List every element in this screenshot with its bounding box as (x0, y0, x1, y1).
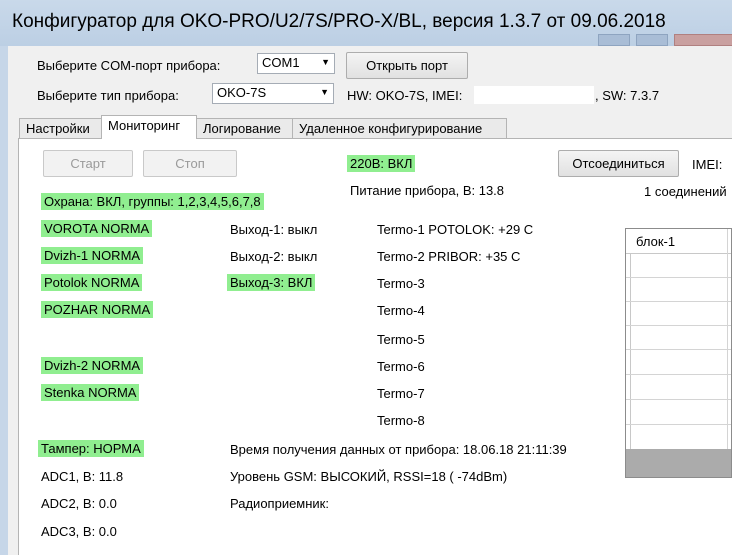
guard-status: Охрана: ВКЛ, группы: 1,2,3,4,5,6,7,8 (41, 193, 264, 210)
zone-status: Stenka NORMA (41, 384, 140, 401)
start-button[interactable]: Старт (43, 150, 133, 177)
termo-sensor: Termo-7 (377, 386, 425, 401)
adc-value: ADC1, В: 11.8 (41, 469, 124, 484)
window-title: Конфигуратор для OKO-PRO/U2/7S/PRO-X/BL,… (12, 11, 666, 32)
open-port-button[interactable]: Открыть порт (346, 52, 468, 79)
termo-sensor: Termo-4 (377, 303, 425, 318)
grid-row-header (626, 253, 631, 449)
tab-remote-config[interactable]: Удаленное конфигурирование (292, 118, 507, 138)
zone-status: VOROTA NORMA (41, 220, 153, 237)
tamper-status: Тампер: НОРМА (38, 440, 144, 457)
title-bar[interactable]: Конфигуратор для OKO-PRO/U2/7S/PRO-X/BL,… (0, 0, 732, 46)
grid-row (626, 349, 731, 350)
termo-sensor: Termo-6 (377, 359, 425, 374)
power-220-status: 220В: ВКЛ (347, 155, 416, 172)
zone-status: Dvizh-2 NORMA (41, 357, 144, 374)
sw-info: , SW: 7.3.7 (595, 88, 660, 103)
stop-button[interactable]: Стоп (143, 150, 237, 177)
tab-settings-label: Настройки (26, 121, 90, 136)
tab-logging[interactable]: Логирование (196, 118, 293, 138)
grid-column-divider (727, 229, 728, 449)
output-status: Выход-1: выкл (230, 222, 318, 237)
grid-header-label: блок-1 (636, 234, 676, 249)
termo-sensor: Termo-8 (377, 413, 425, 428)
tab-monitoring-label: Мониторинг (108, 118, 181, 133)
tab-logging-label: Логирование (203, 121, 281, 136)
grid-row (626, 301, 731, 302)
adc-value: ADC2, В: 0.0 (41, 496, 117, 511)
grid-empty-area (626, 449, 731, 477)
hw-info: HW: OKO-7S, IMEI: (347, 88, 463, 103)
tab-settings[interactable]: Настройки (19, 118, 102, 138)
output-status: Выход-2: выкл (230, 249, 318, 264)
zone-status: Dvizh-1 NORMA (41, 247, 144, 264)
tab-remote-config-label: Удаленное конфигурирование (299, 121, 483, 136)
termo-sensor: Termo-2 PRIBOR: +35 C (377, 249, 521, 264)
maximize-button[interactable] (636, 34, 668, 46)
output-status: Выход-3: ВКЛ (227, 274, 316, 291)
supply-voltage: Питание прибора, В: 13.8 (350, 183, 505, 198)
chevron-down-icon: ▼ (320, 87, 329, 97)
zone-status: POZHAR NORMA (41, 301, 154, 318)
connections-count: 1 соединений (644, 184, 727, 199)
adc-value: ADC3, В: 0.0 (41, 524, 117, 539)
grid-row (626, 325, 731, 326)
termo-sensor: Termo-3 (377, 276, 425, 291)
disconnect-button[interactable]: Отсоединиться (558, 150, 679, 177)
close-button[interactable] (674, 34, 732, 46)
grid-row (626, 277, 731, 278)
block-grid[interactable]: блок-1 (625, 228, 732, 478)
termo-sensor: Termo-5 (377, 332, 425, 347)
imei-value-box (474, 86, 594, 104)
grid-row (626, 424, 731, 425)
grid-row (626, 399, 731, 400)
grid-row (626, 374, 731, 375)
device-type-value: OKO-7S (217, 85, 267, 100)
imei-label: IMEI: (692, 157, 723, 172)
tab-monitoring[interactable]: Мониторинг (101, 115, 197, 139)
zone-status: Potolok NORMA (41, 274, 143, 291)
grid-header[interactable]: блок-1 (626, 229, 731, 254)
data-received-time: Время получения данных от прибора: 18.06… (230, 442, 567, 457)
device-type-label: Выберите тип прибора: (37, 88, 179, 103)
gsm-level: Уровень GSM: ВЫСОКИЙ, RSSI=18 ( -74dBm) (230, 469, 508, 484)
com-port-label: Выберите COM-порт прибора: (37, 58, 221, 73)
device-type-select[interactable]: OKO-7S ▼ (212, 83, 334, 104)
termo-sensor: Termo-1 POTOLOK: +29 C (377, 222, 534, 237)
chevron-down-icon: ▼ (321, 57, 330, 67)
com-port-value: COM1 (262, 55, 300, 70)
radio-receiver: Радиоприемник: (230, 496, 329, 511)
minimize-button[interactable] (598, 34, 630, 46)
com-port-select[interactable]: COM1 ▼ (257, 53, 335, 74)
